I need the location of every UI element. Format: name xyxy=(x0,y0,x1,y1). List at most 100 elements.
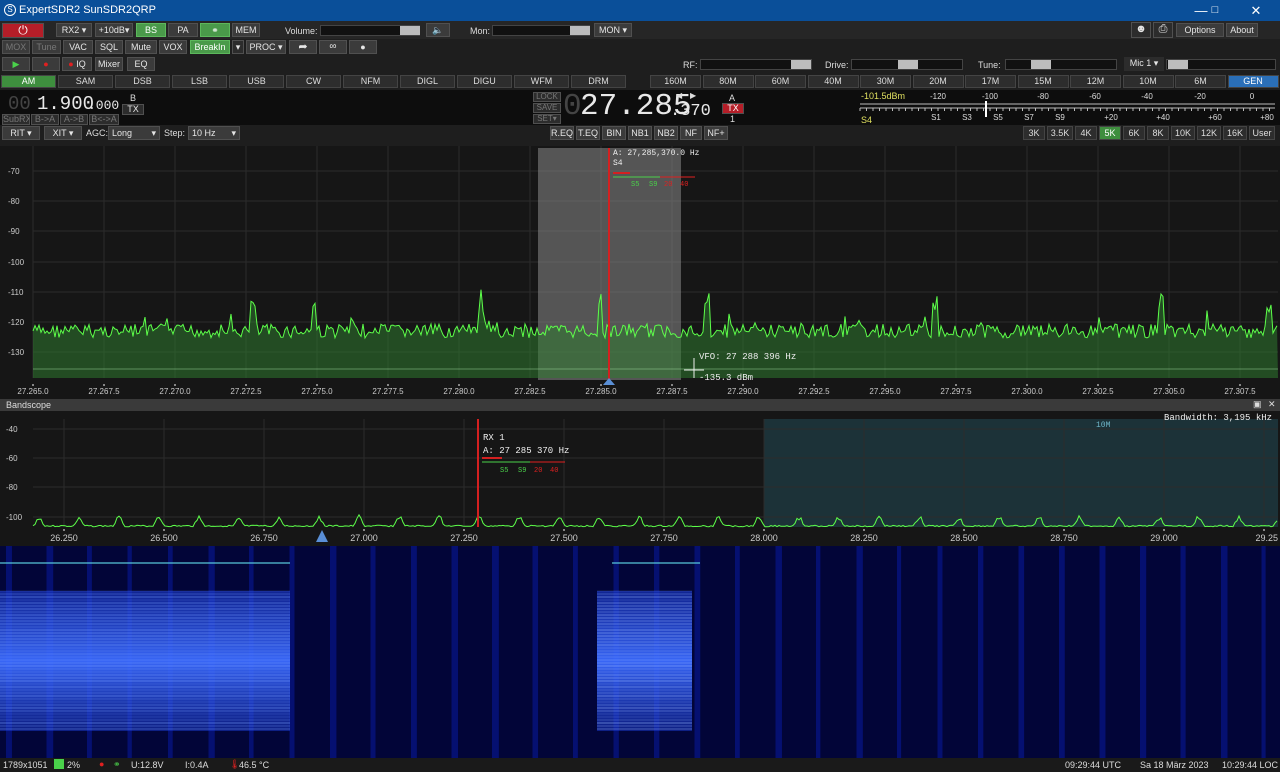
mic-select[interactable]: Mic 1 ▾ xyxy=(1124,57,1164,71)
gain-button[interactable]: +10dB▾ xyxy=(95,23,133,37)
mic-slider[interactable] xyxy=(1166,59,1276,70)
filter-user-button[interactable]: User xyxy=(1249,126,1275,140)
nb1-button[interactable]: NB1 xyxy=(628,126,652,140)
volume-slider[interactable] xyxy=(320,25,420,36)
req-button[interactable]: R.EQ xyxy=(550,126,574,140)
mode-sam-button[interactable]: SAM xyxy=(58,75,113,88)
band-30m-button[interactable]: 30M xyxy=(860,75,911,88)
set-button[interactable]: SET▾ xyxy=(533,114,561,124)
split-icon[interactable]: ➦ xyxy=(289,40,317,54)
subrx-button[interactable]: SubRX xyxy=(2,114,30,125)
vox-button[interactable]: VOX xyxy=(159,40,187,54)
filter-4k-button[interactable]: 4K xyxy=(1075,126,1097,140)
bandscope-panel[interactable]: -40 -60 -80 -100 26.250 26.500 26.750 27.000 27.… xyxy=(0,411,1280,546)
band-40m-button[interactable]: 40M xyxy=(807,75,859,88)
headphones-icon[interactable]: ⚭ xyxy=(200,23,230,37)
eq-button[interactable]: EQ xyxy=(127,57,155,71)
spectrum-panel[interactable]: -70 -80 -90 -100 -110 -120 -130 27.265.0 27.267.… xyxy=(0,146,1280,399)
b-to-a-button[interactable]: B->A xyxy=(31,114,59,125)
vfo-step-right-icon[interactable]: ▶ xyxy=(690,91,696,100)
bs-button[interactable]: BS xyxy=(136,23,166,37)
band-17m-button[interactable]: 17M xyxy=(965,75,1016,88)
pa-button[interactable]: PA xyxy=(168,23,198,37)
spectrum-plot[interactable]: -70 -80 -90 -100 -110 -120 -130 27.265.0 27.267.… xyxy=(0,146,1280,399)
band-60m-button[interactable]: 60M xyxy=(755,75,806,88)
drive-slider[interactable] xyxy=(851,59,963,70)
filter-3k-button[interactable]: 3K xyxy=(1023,126,1045,140)
mode-wfm-button[interactable]: WFM xyxy=(514,75,569,88)
band-80m-button[interactable]: 80M xyxy=(702,75,754,88)
user-icon[interactable]: ☻ xyxy=(1131,22,1151,38)
filter-8k-button[interactable]: 8K xyxy=(1147,126,1169,140)
mute-button[interactable]: Mute xyxy=(125,40,157,54)
vfo-b-tx-button[interactable]: TX xyxy=(122,104,144,115)
band-20m-button[interactable]: 20M xyxy=(912,75,964,88)
play-icon[interactable]: ▶ xyxy=(2,57,30,71)
waterfall-display[interactable] xyxy=(0,546,1280,758)
nb2-button[interactable]: NB2 xyxy=(654,126,678,140)
step-select[interactable]: 10 Hz ▾ xyxy=(188,126,240,140)
filter-3.5k-button[interactable]: 3.5K xyxy=(1047,126,1073,140)
waterfall-panel[interactable] xyxy=(0,546,1280,758)
filter-5k-button[interactable]: 5K xyxy=(1099,126,1121,140)
mode-usb-button[interactable]: USB xyxy=(229,75,284,88)
vac-button[interactable]: VAC xyxy=(63,40,93,54)
bandscope-close-icon[interactable]: ✕ xyxy=(1268,399,1276,410)
proc-button[interactable]: PROC ▾ xyxy=(246,40,286,54)
printer-icon[interactable]: ⎙ xyxy=(1153,22,1173,38)
mode-cw-button[interactable]: CW xyxy=(286,75,341,88)
tune-button[interactable]: Tune xyxy=(32,40,61,54)
mode-digu-button[interactable]: DIGU xyxy=(457,75,512,88)
a-to-b-button[interactable]: A->B xyxy=(60,114,88,125)
save-button[interactable]: SAVE xyxy=(533,103,561,113)
about-button[interactable]: About xyxy=(1226,23,1258,37)
bandscope-float-icon[interactable]: ▣ xyxy=(1253,399,1262,410)
filter-10k-button[interactable]: 10K xyxy=(1171,126,1195,140)
mem-button[interactable]: MEM xyxy=(232,23,260,37)
iq-record-button[interactable]: ● IQ xyxy=(62,57,92,71)
band-10m-button[interactable]: 10M xyxy=(1122,75,1174,88)
close-icon[interactable]: ✕ xyxy=(1241,2,1271,19)
mode-digl-button[interactable]: DIGL xyxy=(400,75,455,88)
power-icon[interactable]: ⏻ xyxy=(2,23,44,38)
rx2-button[interactable]: RX2 ▾ xyxy=(56,23,92,37)
bandscope-range-marker[interactable] xyxy=(316,530,328,542)
band-12m-button[interactable]: 12M xyxy=(1070,75,1121,88)
mode-nfm-button[interactable]: NFM xyxy=(343,75,398,88)
rit-button[interactable]: RIT ▾ xyxy=(2,126,40,140)
mon-slider[interactable] xyxy=(492,25,590,36)
lock-button[interactable]: LOCK xyxy=(533,92,561,102)
agc-select[interactable]: Long ▾ xyxy=(108,126,160,140)
recorder-icon[interactable]: ∞ xyxy=(319,40,347,54)
band-gen-button[interactable]: GEN xyxy=(1227,75,1279,88)
mode-am-button[interactable]: AM xyxy=(1,75,56,88)
sql-button[interactable]: SQL xyxy=(95,40,123,54)
maximize-icon[interactable]: □ xyxy=(1200,2,1230,19)
bin-button[interactable]: BIN xyxy=(602,126,626,140)
mon-button[interactable]: MON ▾ xyxy=(594,23,632,37)
band-6m-button[interactable]: 6M xyxy=(1175,75,1226,88)
band-15m-button[interactable]: 15M xyxy=(1017,75,1069,88)
filter-6k-button[interactable]: 6K xyxy=(1123,126,1145,140)
swap-button[interactable]: B<->A xyxy=(89,114,119,125)
teq-button[interactable]: T.EQ xyxy=(576,126,600,140)
mixer-button[interactable]: Mixer xyxy=(95,57,123,71)
breakin-button[interactable]: BreakIn xyxy=(190,40,230,54)
vfo-b-freq-main[interactable]: 1.900 xyxy=(37,93,94,115)
mode-lsb-button[interactable]: LSB xyxy=(172,75,227,88)
mode-dsb-button[interactable]: DSB xyxy=(115,75,170,88)
vfo-a-tx-button[interactable]: TX xyxy=(722,103,744,114)
record-icon[interactable]: ● xyxy=(32,57,60,71)
nf-button[interactable]: NF xyxy=(680,126,702,140)
xit-button[interactable]: XIT ▾ xyxy=(44,126,82,140)
mox-button[interactable]: MOX xyxy=(2,40,30,54)
options-button[interactable]: Options xyxy=(1176,23,1224,37)
speaker-icon[interactable]: 🔈 xyxy=(426,23,450,37)
tune-slider[interactable] xyxy=(1005,59,1117,70)
breakin-dropdown-icon[interactable]: ▾ xyxy=(232,40,244,54)
mic-icon[interactable]: ● xyxy=(349,40,377,54)
mode-drm-button[interactable]: DRM xyxy=(571,75,626,88)
band-160m-button[interactable]: 160M xyxy=(650,75,701,88)
vfo-step-left-icon[interactable]: ◀ xyxy=(676,91,682,100)
rf-slider[interactable] xyxy=(700,59,812,70)
